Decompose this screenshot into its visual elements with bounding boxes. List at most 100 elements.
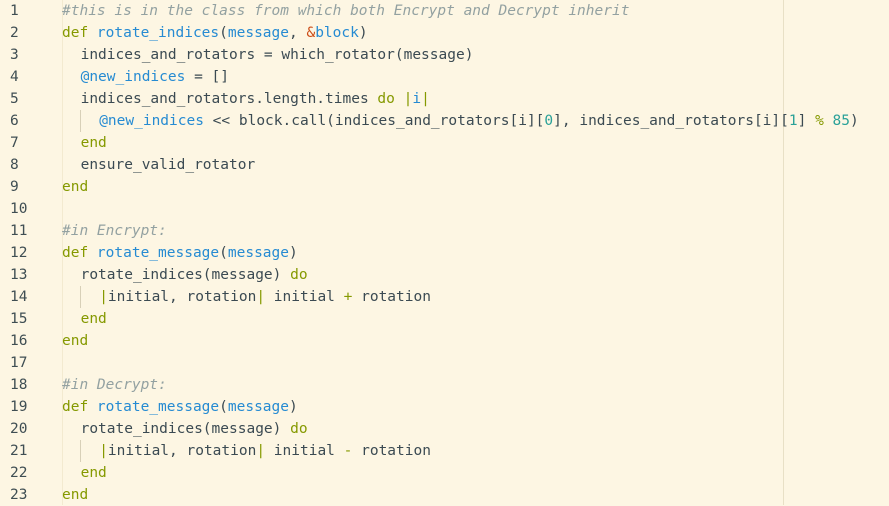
line-number: 4 [10, 69, 19, 85]
code-token: ) [288, 399, 298, 415]
line-number: 15 [10, 311, 28, 327]
code-token: end [62, 487, 89, 503]
code-line[interactable]: 4 @new_indices = [] [0, 66, 889, 88]
code-line[interactable]: 6 @new_indices << block.call(indices_and_… [0, 110, 889, 132]
code-text[interactable]: end [81, 462, 107, 484]
code-line[interactable]: 21 |initial, rotation| initial - rotation [0, 440, 889, 462]
code-token: ] [797, 113, 816, 129]
line-number: 10 [10, 201, 28, 217]
code-token: rotation [352, 289, 431, 305]
line-number: 17 [10, 355, 28, 371]
code-text[interactable]: |initial, rotation| initial + rotation [99, 286, 431, 308]
code-token: initial [265, 289, 344, 305]
code-text[interactable]: @new_indices << block.call(indices_and_r… [99, 110, 859, 132]
code-text[interactable]: end [62, 330, 88, 352]
line-number: 6 [10, 113, 19, 129]
code-text[interactable]: #this is in the class from which both En… [62, 0, 629, 22]
line-number: 14 [10, 289, 28, 305]
code-token: ) [358, 25, 368, 41]
code-text[interactable]: #in Encrypt: [62, 220, 167, 242]
code-line[interactable]: 20 rotate_indices(message) do [0, 418, 889, 440]
code-line[interactable]: 23 end [0, 484, 889, 506]
code-token: initial [265, 443, 344, 459]
code-token: | [99, 289, 108, 305]
code-line[interactable]: 17 [0, 352, 889, 374]
code-line[interactable]: 7 end [0, 132, 889, 154]
code-token: ], indices_and_rotators[i][ [553, 113, 789, 129]
code-token: rotate_message [96, 399, 220, 415]
code-token: end [62, 179, 89, 195]
code-line[interactable]: 1 #this is in the class from which both E… [0, 0, 889, 22]
code-line[interactable]: 2 def rotate_indices(message, &block) [0, 22, 889, 44]
code-token: % [815, 113, 824, 129]
code-text[interactable]: def rotate_message(message) [62, 396, 298, 418]
code-token: end [80, 135, 107, 151]
code-line[interactable]: 9 end [0, 176, 889, 198]
code-line[interactable]: 8 ensure_valid_rotator [0, 154, 889, 176]
code-token: message [227, 25, 289, 41]
code-line[interactable]: 12 def rotate_message(message) [0, 242, 889, 264]
code-token: rotate_indices(message) [80, 267, 291, 283]
indent-guide [80, 440, 81, 462]
code-token: message [227, 399, 289, 415]
code-token: & [306, 25, 316, 41]
code-token: end [80, 311, 107, 327]
code-token: #this is in the class from which both En… [62, 3, 630, 19]
code-line[interactable]: 10 [0, 198, 889, 220]
code-token: do [290, 267, 308, 283]
code-text[interactable]: end [81, 308, 107, 330]
code-token: initial, rotation [107, 443, 257, 459]
indent-guide [80, 110, 81, 132]
code-token: def [62, 245, 97, 261]
code-text[interactable]: ensure_valid_rotator [81, 154, 256, 176]
code-text[interactable]: def rotate_message(message) [62, 242, 298, 264]
line-number: 18 [10, 377, 28, 393]
code-token: , [288, 25, 307, 41]
code-text[interactable]: indices_and_rotators = which_rotator(mes… [81, 44, 474, 66]
line-number: 1 [10, 3, 19, 19]
code-line[interactable]: 18 #in Decrypt: [0, 374, 889, 396]
code-text[interactable]: end [62, 176, 88, 198]
code-line[interactable]: 15 end [0, 308, 889, 330]
code-token: message [227, 245, 289, 261]
line-number: 3 [10, 47, 19, 63]
code-line[interactable]: 5 indices_and_rotators.length.times do |i… [0, 88, 889, 110]
line-number: 11 [10, 223, 28, 239]
line-number: 20 [10, 421, 28, 437]
code-token: | [421, 91, 430, 107]
code-token: @new_indices [80, 69, 186, 85]
code-line[interactable]: 16 end [0, 330, 889, 352]
code-text[interactable]: #in Decrypt: [62, 374, 167, 396]
code-token: ( [219, 25, 228, 41]
line-number: 22 [10, 465, 28, 481]
code-token: ( [219, 245, 228, 261]
line-number: 7 [10, 135, 19, 151]
line-number: 19 [10, 399, 28, 415]
code-token: end [80, 465, 107, 481]
code-line[interactable]: 3 indices_and_rotators = which_rotator(me… [0, 44, 889, 66]
code-token: #in Decrypt: [62, 377, 167, 393]
code-token: 1 [788, 113, 798, 129]
code-line[interactable]: 11 #in Encrypt: [0, 220, 889, 242]
code-token: | [256, 289, 266, 305]
code-text[interactable]: end [62, 484, 88, 506]
code-token: do [290, 421, 308, 437]
code-text[interactable]: @new_indices = [] [81, 66, 229, 88]
code-token: = [] [185, 69, 230, 85]
code-text[interactable]: |initial, rotation| initial - rotation [99, 440, 431, 462]
code-text[interactable]: indices_and_rotators.length.times do |i| [81, 88, 430, 110]
line-number: 9 [10, 179, 19, 195]
code-line[interactable]: 13 rotate_indices(message) do [0, 264, 889, 286]
code-text[interactable]: def rotate_indices(message, &block) [62, 22, 368, 44]
code-line[interactable]: 22 end [0, 462, 889, 484]
code-line[interactable]: 14 |initial, rotation| initial + rotation [0, 286, 889, 308]
code-token: def [62, 25, 97, 41]
code-text[interactable]: rotate_indices(message) do [81, 264, 308, 286]
line-number: 8 [10, 157, 19, 173]
code-token: ensure_valid_rotator [80, 157, 256, 173]
code-text[interactable]: end [81, 132, 107, 154]
code-editor[interactable]: 1 #this is in the class from which both E… [0, 0, 889, 505]
code-line[interactable]: 19 def rotate_message(message) [0, 396, 889, 418]
code-text[interactable]: rotate_indices(message) do [81, 418, 308, 440]
